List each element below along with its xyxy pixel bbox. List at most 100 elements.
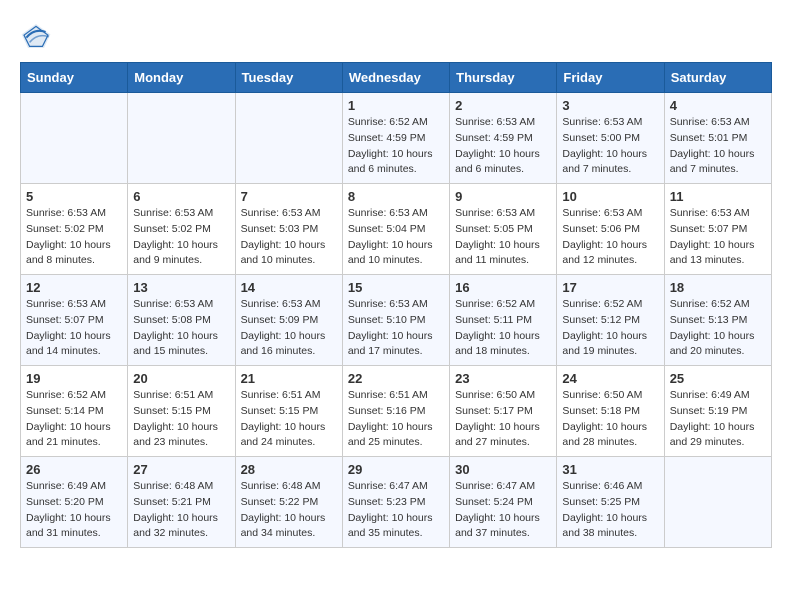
day-info: Sunrise: 6:53 AM Sunset: 5:01 PM Dayligh… <box>670 115 766 178</box>
day-number: 13 <box>133 280 229 295</box>
day-number: 7 <box>241 189 337 204</box>
day-info: Sunrise: 6:53 AM Sunset: 5:06 PM Dayligh… <box>562 206 658 269</box>
day-info: Sunrise: 6:52 AM Sunset: 4:59 PM Dayligh… <box>348 115 444 178</box>
calendar-cell: 1 Sunrise: 6:52 AM Sunset: 4:59 PM Daylig… <box>342 93 449 184</box>
day-number: 19 <box>26 371 122 386</box>
calendar-cell: 27Sunrise: 6:48 AM Sunset: 5:21 PM Dayli… <box>128 457 235 548</box>
day-info: Sunrise: 6:48 AM Sunset: 5:21 PM Dayligh… <box>133 479 229 542</box>
day-number: 1 <box>348 98 444 113</box>
calendar-cell: 2Sunrise: 6:53 AM Sunset: 4:59 PM Daylig… <box>450 93 557 184</box>
calendar-cell: 24 Sunrise: 6:50 AM Sunset: 5:18 PM Dayli… <box>557 366 664 457</box>
week-row-3: 12Sunrise: 6:53 AM Sunset: 5:07 PM Dayli… <box>21 275 772 366</box>
calendar-cell: 14 Sunrise: 6:53 AM Sunset: 5:09 PM Dayli… <box>235 275 342 366</box>
day-info: Sunrise: 6:51 AM Sunset: 5:15 PM Dayligh… <box>133 388 229 451</box>
day-number: 22 <box>348 371 444 386</box>
day-number: 11 <box>670 189 766 204</box>
week-row-4: 19 Sunrise: 6:52 AM Sunset: 5:14 PM Dayli… <box>21 366 772 457</box>
day-info: Sunrise: 6:53 AM Sunset: 5:00 PM Dayligh… <box>562 115 658 178</box>
day-info: Sunrise: 6:47 AM Sunset: 5:24 PM Dayligh… <box>455 479 551 542</box>
weekday-header-monday: Monday <box>128 63 235 93</box>
day-info: Sunrise: 6:53 AM Sunset: 5:02 PM Dayligh… <box>133 206 229 269</box>
calendar-cell <box>128 93 235 184</box>
day-number: 15 <box>348 280 444 295</box>
day-info: Sunrise: 6:52 AM Sunset: 5:14 PM Dayligh… <box>26 388 122 451</box>
day-info: Sunrise: 6:52 AM Sunset: 5:13 PM Dayligh… <box>670 297 766 360</box>
calendar-cell: 28 Sunrise: 6:48 AM Sunset: 5:22 PM Dayli… <box>235 457 342 548</box>
day-info: Sunrise: 6:50 AM Sunset: 5:18 PM Dayligh… <box>562 388 658 451</box>
calendar-cell: 20 Sunrise: 6:51 AM Sunset: 5:15 PM Dayli… <box>128 366 235 457</box>
day-number: 29 <box>348 462 444 477</box>
day-info: Sunrise: 6:46 AM Sunset: 5:25 PM Dayligh… <box>562 479 658 542</box>
calendar-cell: 30 Sunrise: 6:47 AM Sunset: 5:24 PM Dayli… <box>450 457 557 548</box>
day-number: 21 <box>241 371 337 386</box>
calendar-cell: 17 Sunrise: 6:52 AM Sunset: 5:12 PM Dayli… <box>557 275 664 366</box>
week-row-5: 26Sunrise: 6:49 AM Sunset: 5:20 PM Dayli… <box>21 457 772 548</box>
calendar-cell: 15 Sunrise: 6:53 AM Sunset: 5:10 PM Dayli… <box>342 275 449 366</box>
day-number: 6 <box>133 189 229 204</box>
weekday-header-row: SundayMondayTuesdayWednesdayThursdayFrid… <box>21 63 772 93</box>
day-info: Sunrise: 6:49 AM Sunset: 5:19 PM Dayligh… <box>670 388 766 451</box>
day-number: 4 <box>670 98 766 113</box>
logo-icon <box>20 20 52 52</box>
calendar-cell: 25 Sunrise: 6:49 AM Sunset: 5:19 PM Dayli… <box>664 366 771 457</box>
calendar-cell: 18 Sunrise: 6:52 AM Sunset: 5:13 PM Dayli… <box>664 275 771 366</box>
day-number: 24 <box>562 371 658 386</box>
calendar-cell: 13 Sunrise: 6:53 AM Sunset: 5:08 PM Dayli… <box>128 275 235 366</box>
weekday-header-sunday: Sunday <box>21 63 128 93</box>
day-info: Sunrise: 6:53 AM Sunset: 5:09 PM Dayligh… <box>241 297 337 360</box>
day-info: Sunrise: 6:53 AM Sunset: 5:10 PM Dayligh… <box>348 297 444 360</box>
calendar-cell <box>664 457 771 548</box>
calendar-cell: 12Sunrise: 6:53 AM Sunset: 5:07 PM Dayli… <box>21 275 128 366</box>
day-number: 17 <box>562 280 658 295</box>
day-number: 8 <box>348 189 444 204</box>
day-info: Sunrise: 6:51 AM Sunset: 5:16 PM Dayligh… <box>348 388 444 451</box>
week-row-2: 5 Sunrise: 6:53 AM Sunset: 5:02 PM Daylig… <box>21 184 772 275</box>
weekday-header-saturday: Saturday <box>664 63 771 93</box>
day-number: 20 <box>133 371 229 386</box>
page-header <box>20 20 772 52</box>
calendar-cell: 16 Sunrise: 6:52 AM Sunset: 5:11 PM Dayli… <box>450 275 557 366</box>
weekday-header-friday: Friday <box>557 63 664 93</box>
day-info: Sunrise: 6:51 AM Sunset: 5:15 PM Dayligh… <box>241 388 337 451</box>
calendar-cell: 9 Sunrise: 6:53 AM Sunset: 5:05 PM Daylig… <box>450 184 557 275</box>
logo <box>20 20 58 52</box>
week-row-1: 1 Sunrise: 6:52 AM Sunset: 4:59 PM Daylig… <box>21 93 772 184</box>
calendar-cell: 7Sunrise: 6:53 AM Sunset: 5:03 PM Daylig… <box>235 184 342 275</box>
day-number: 3 <box>562 98 658 113</box>
day-number: 9 <box>455 189 551 204</box>
day-info: Sunrise: 6:49 AM Sunset: 5:20 PM Dayligh… <box>26 479 122 542</box>
calendar-table: SundayMondayTuesdayWednesdayThursdayFrid… <box>20 62 772 548</box>
day-info: Sunrise: 6:53 AM Sunset: 5:04 PM Dayligh… <box>348 206 444 269</box>
calendar-cell: 10 Sunrise: 6:53 AM Sunset: 5:06 PM Dayli… <box>557 184 664 275</box>
day-info: Sunrise: 6:53 AM Sunset: 5:02 PM Dayligh… <box>26 206 122 269</box>
day-info: Sunrise: 6:53 AM Sunset: 5:08 PM Dayligh… <box>133 297 229 360</box>
calendar-cell <box>235 93 342 184</box>
calendar-cell: 19 Sunrise: 6:52 AM Sunset: 5:14 PM Dayli… <box>21 366 128 457</box>
calendar-cell: 11Sunrise: 6:53 AM Sunset: 5:07 PM Dayli… <box>664 184 771 275</box>
weekday-header-wednesday: Wednesday <box>342 63 449 93</box>
day-info: Sunrise: 6:52 AM Sunset: 5:12 PM Dayligh… <box>562 297 658 360</box>
day-number: 30 <box>455 462 551 477</box>
calendar-cell: 31 Sunrise: 6:46 AM Sunset: 5:25 PM Dayli… <box>557 457 664 548</box>
calendar-cell: 26Sunrise: 6:49 AM Sunset: 5:20 PM Dayli… <box>21 457 128 548</box>
day-info: Sunrise: 6:53 AM Sunset: 5:05 PM Dayligh… <box>455 206 551 269</box>
calendar-cell: 21 Sunrise: 6:51 AM Sunset: 5:15 PM Dayli… <box>235 366 342 457</box>
calendar-cell: 8 Sunrise: 6:53 AM Sunset: 5:04 PM Daylig… <box>342 184 449 275</box>
calendar-cell: 23Sunrise: 6:50 AM Sunset: 5:17 PM Dayli… <box>450 366 557 457</box>
day-number: 12 <box>26 280 122 295</box>
day-number: 31 <box>562 462 658 477</box>
calendar-cell: 22 Sunrise: 6:51 AM Sunset: 5:16 PM Dayli… <box>342 366 449 457</box>
day-number: 10 <box>562 189 658 204</box>
day-info: Sunrise: 6:50 AM Sunset: 5:17 PM Dayligh… <box>455 388 551 451</box>
day-number: 5 <box>26 189 122 204</box>
day-info: Sunrise: 6:48 AM Sunset: 5:22 PM Dayligh… <box>241 479 337 542</box>
day-number: 28 <box>241 462 337 477</box>
day-number: 18 <box>670 280 766 295</box>
day-info: Sunrise: 6:47 AM Sunset: 5:23 PM Dayligh… <box>348 479 444 542</box>
day-info: Sunrise: 6:52 AM Sunset: 5:11 PM Dayligh… <box>455 297 551 360</box>
day-number: 2 <box>455 98 551 113</box>
day-number: 25 <box>670 371 766 386</box>
calendar-cell: 6 Sunrise: 6:53 AM Sunset: 5:02 PM Daylig… <box>128 184 235 275</box>
day-number: 16 <box>455 280 551 295</box>
day-number: 14 <box>241 280 337 295</box>
